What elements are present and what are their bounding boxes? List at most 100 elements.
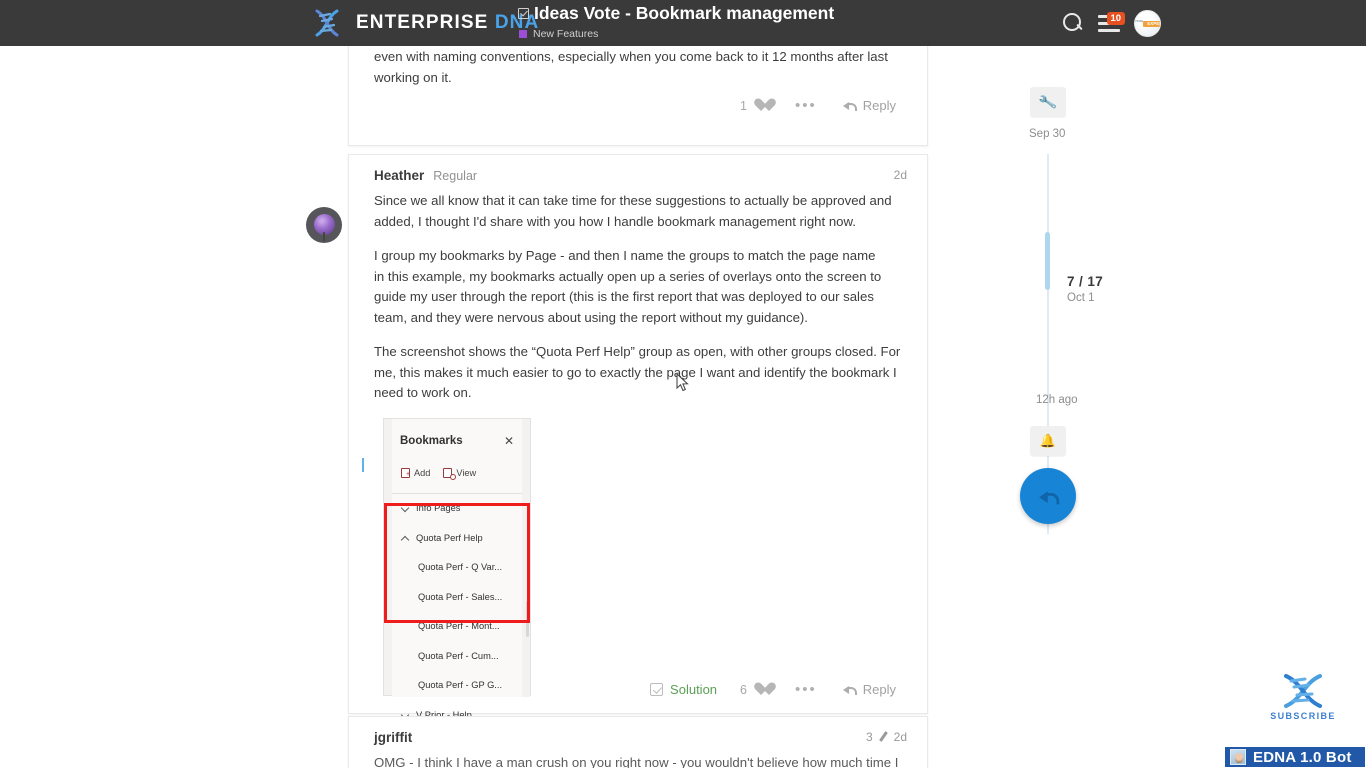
- bot-avatar-icon: [1230, 749, 1246, 765]
- reply-arrow-icon: [842, 684, 857, 695]
- reply-label: Reply: [862, 682, 896, 697]
- avatar-heather[interactable]: [306, 207, 342, 243]
- bookmarks-screenshot[interactable]: Bookmarks ✕ Add View: [383, 417, 531, 749]
- like-count: 1: [740, 98, 747, 113]
- topic-category[interactable]: New Features: [518, 28, 834, 40]
- like-count: 6: [740, 682, 747, 697]
- post-next-date: 2d: [893, 730, 907, 744]
- timeline-current: 7 / 17 Oct 1: [1067, 274, 1103, 304]
- post-paragraph-1: Since we all know that it can take time …: [374, 193, 892, 229]
- category-color-dot: [519, 30, 527, 38]
- search-button[interactable]: [1062, 12, 1084, 34]
- bookmark-item[interactable]: Quota Perf - Cum...: [392, 641, 524, 671]
- screen-root: ENTERPRISE DNA Ideas Vote - Bookmark man…: [0, 0, 1366, 768]
- reply-button[interactable]: Reply: [830, 98, 909, 113]
- bookmark-item-label: Quota Perf - GP G...: [418, 680, 503, 690]
- mouse-pointer-icon: [676, 372, 690, 393]
- edit-count: 3: [865, 730, 873, 744]
- bookmark-item[interactable]: Quota Perf - Mont...: [392, 612, 524, 642]
- hamburger-menu-button[interactable]: 10: [1098, 11, 1125, 32]
- page-title[interactable]: Ideas Vote - Bookmark management: [518, 3, 834, 24]
- purple-rose-avatar-icon: [313, 213, 335, 241]
- dna-helix-icon: [1264, 672, 1342, 710]
- post-next: jgriffit 3 2d OMG - I think I have a man…: [348, 716, 928, 768]
- like-action[interactable]: 6: [727, 683, 782, 697]
- header-actions: 10 ENTERPRISE DNA EXPERT: [1062, 0, 1161, 46]
- heart-icon: [754, 99, 769, 113]
- post-author-name[interactable]: jgriffit: [374, 730, 412, 745]
- post-previous: even with naming conventions, especially…: [348, 40, 928, 146]
- topic-admin-button[interactable]: 🔧: [1030, 87, 1066, 117]
- bookmark-item[interactable]: Quota Perf - GP G...: [392, 671, 524, 701]
- solution-badge[interactable]: Solution: [640, 682, 727, 697]
- topic-header: Ideas Vote - Bookmark management New Fea…: [518, 3, 834, 40]
- bell-notification-icon: 🔔: [1039, 433, 1057, 448]
- bookmarks-toolbar: Add View: [392, 451, 524, 484]
- bot-badge[interactable]: EDNA 1.0 Bot: [1224, 746, 1366, 768]
- timeline-current-date: Oct 1: [1067, 292, 1095, 304]
- post-solution: Heather Regular 2d Since we all know tha…: [348, 154, 928, 749]
- bookmarks-title: Bookmarks: [400, 434, 463, 447]
- dna-helix-icon: [310, 6, 344, 40]
- reply-button[interactable]: Reply: [830, 682, 909, 697]
- more-options-icon: •••: [794, 680, 817, 698]
- bookmark-group-label: Info Pages: [416, 503, 461, 513]
- bookmarks-panel: Bookmarks ✕ Add View: [392, 418, 524, 749]
- close-icon[interactable]: ✕: [504, 435, 514, 447]
- post-author-name[interactable]: Heather: [374, 168, 424, 183]
- category-label: New Features: [533, 28, 599, 40]
- bookmarks-scroll-strip[interactable]: [522, 418, 530, 697]
- bookmark-view-button[interactable]: View: [443, 463, 476, 484]
- post-author-title: Regular: [433, 169, 478, 183]
- subscribe-label: SUBSCRIBE: [1270, 711, 1336, 721]
- chevron-up-icon: [401, 533, 410, 542]
- view-bookmark-icon: [443, 468, 457, 481]
- subscribe-watermark[interactable]: SUBSCRIBE: [1264, 672, 1342, 721]
- pencil-icon: [878, 732, 889, 743]
- solution-label: Solution: [670, 682, 718, 697]
- timeline-position: 7 / 17: [1067, 274, 1104, 289]
- more-options-button[interactable]: •••: [782, 680, 830, 698]
- topic-content: even with naming conventions, especially…: [0, 40, 1366, 768]
- avatar-sub-label: ENTERPRISE DNA: [1135, 20, 1144, 23]
- bookmark-item[interactable]: Quota Perf - Sales...: [392, 582, 524, 612]
- bookmark-item-label: Quota Perf - Mont...: [418, 621, 500, 631]
- brand-logo-area[interactable]: ENTERPRISE DNA: [310, 0, 539, 46]
- bookmark-add-button[interactable]: Add: [401, 463, 430, 484]
- post-date[interactable]: 2d: [894, 168, 907, 182]
- like-action[interactable]: 1: [727, 99, 782, 113]
- bookmark-item-label: Quota Perf - Q Var...: [418, 562, 503, 572]
- bookmark-group-quota-perf-help[interactable]: Quota Perf Help: [392, 523, 524, 553]
- post-previous-actions: 1 ••• Reply: [727, 96, 909, 114]
- chevron-down-icon: [401, 504, 410, 513]
- post-next-header: jgriffit 3 2d: [349, 717, 927, 745]
- bookmark-item[interactable]: Quota Perf - Q Var...: [392, 553, 524, 583]
- reply-label: Reply: [862, 98, 896, 113]
- user-avatar[interactable]: ENTERPRISE DNA EXPERT: [1134, 9, 1161, 37]
- more-options-button[interactable]: •••: [782, 96, 830, 114]
- reply-fab-button[interactable]: [1020, 468, 1076, 524]
- solution-check-icon: [650, 683, 664, 696]
- bookmark-item-label: Quota Perf - Cum...: [418, 650, 499, 661]
- topic-title-text: Ideas Vote - Bookmark management: [534, 3, 835, 23]
- post-date[interactable]: 3 2d: [866, 730, 907, 744]
- post-next-body: OMG - I think I have a man crush on you …: [374, 755, 899, 768]
- notification-badge: 10: [1107, 11, 1125, 25]
- post-unread-marker: [362, 458, 364, 472]
- heart-icon: [754, 683, 769, 697]
- post-solution-actions: Solution 6 ••• Reply: [640, 682, 909, 697]
- notifications-tracking-button[interactable]: 🔔: [1030, 426, 1066, 456]
- bookmark-item-label: Quota Perf - Sales...: [418, 591, 503, 602]
- timeline-start-date: Sep 30: [1029, 128, 1066, 140]
- site-header: ENTERPRISE DNA Ideas Vote - Bookmark man…: [0, 0, 1366, 46]
- topic-timeline: 🔧 Sep 30 7 / 17 Oct 1 12h ago 🔔: [1020, 87, 1140, 768]
- post-previous-text: even with naming conventions, especially…: [374, 49, 888, 85]
- post-paragraph-2: I group my bookmarks by Page - and then …: [374, 248, 882, 325]
- bookmark-add-label: Add: [414, 468, 431, 478]
- more-options-icon: •••: [794, 96, 817, 114]
- post-paragraph-3: The screenshot shows the “Quota Perf Hel…: [374, 344, 901, 400]
- wrench-icon: 🔧: [1037, 91, 1059, 112]
- bookmark-group-info-pages[interactable]: Info Pages: [392, 494, 524, 524]
- timeline-handle[interactable]: [1045, 232, 1050, 290]
- post-solution-header: Heather Regular 2d: [349, 155, 927, 183]
